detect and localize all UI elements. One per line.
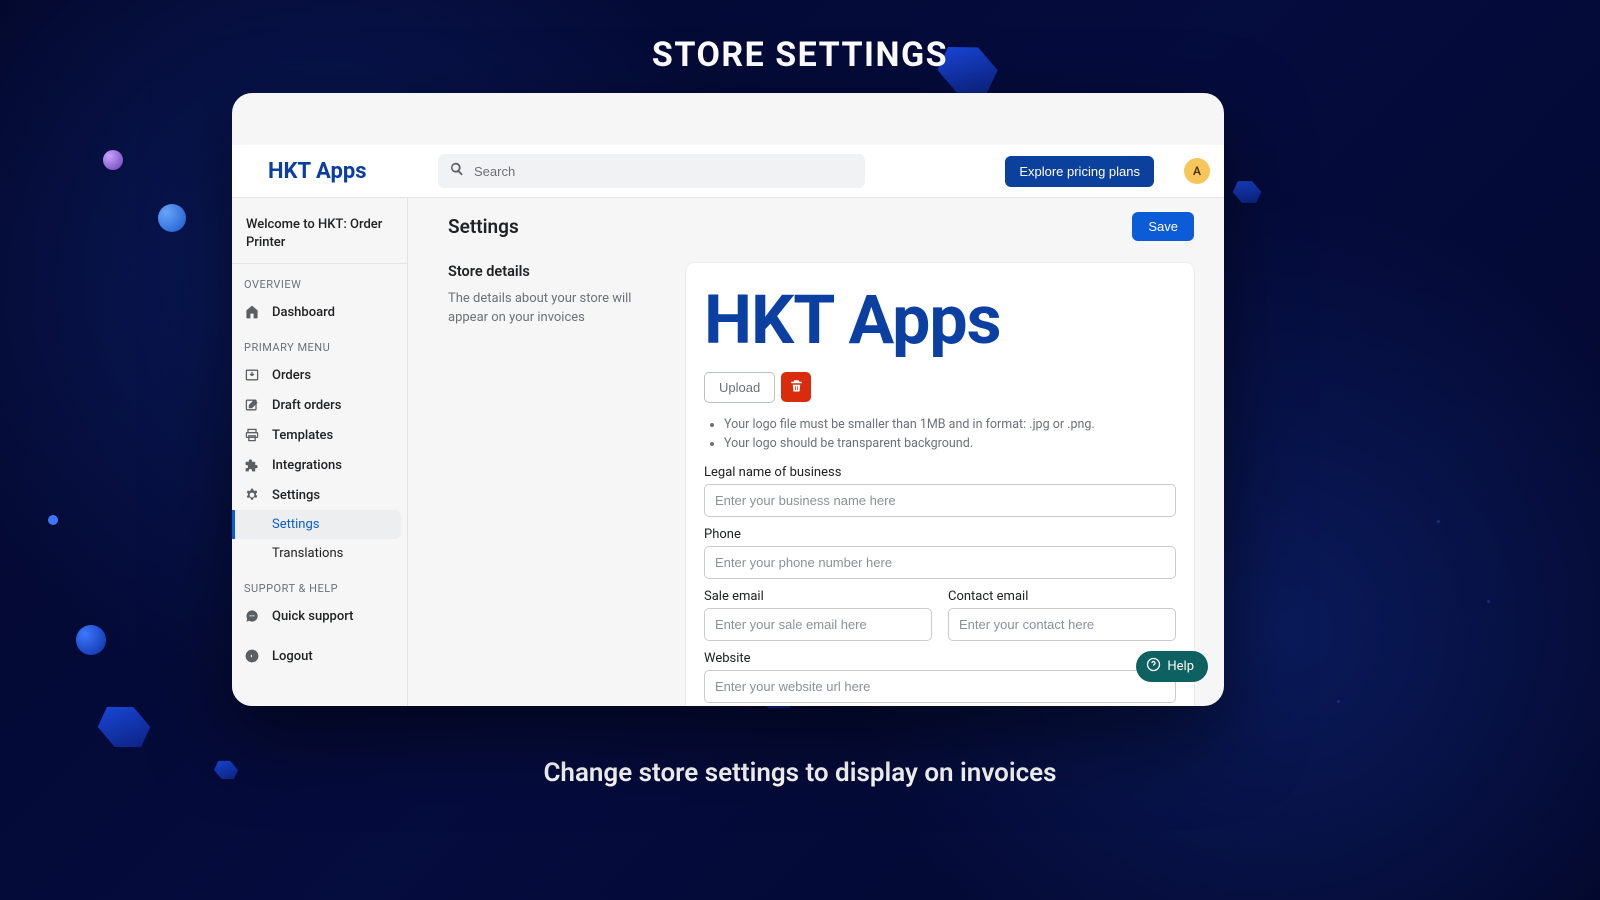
section-overview: OVERVIEW	[232, 264, 407, 297]
sidebar-item-label: Logout	[272, 649, 313, 664]
decor-cube	[1230, 176, 1264, 209]
sidebar-item-label: Orders	[272, 368, 311, 383]
sidebar-item-templates[interactable]: Templates	[232, 420, 407, 450]
sidebar-item-integrations[interactable]: Integrations	[232, 450, 407, 480]
sidebar-item-label: Integrations	[272, 458, 342, 473]
decor-orb	[48, 515, 58, 525]
search-input[interactable]	[466, 164, 855, 179]
sidebar-item-label: Templates	[272, 428, 333, 443]
main-content: Settings Save Store details The details …	[408, 198, 1224, 706]
promo-title: STORE SETTINGS	[0, 35, 1600, 75]
phone-label: Phone	[704, 527, 1176, 542]
sidebar-item-draft-orders[interactable]: Draft orders	[232, 390, 407, 420]
pricing-button[interactable]: Explore pricing plans	[1005, 156, 1154, 187]
topbar: HKT Apps Explore pricing plans A	[232, 145, 1224, 198]
upload-button[interactable]: Upload	[704, 372, 775, 403]
chat-icon	[244, 608, 260, 624]
sidebar-item-settings[interactable]: Settings	[232, 480, 407, 510]
sidebar-item-label: Translations	[272, 546, 343, 561]
phone-input[interactable]	[704, 546, 1176, 579]
sidebar-item-label: Settings	[272, 517, 319, 532]
sidebar-item-logout[interactable]: Logout	[232, 641, 407, 671]
sidebar: Welcome to HKT: Order Printer OVERVIEW D…	[232, 198, 408, 706]
sidebar-item-quick-support[interactable]: Quick support	[232, 601, 407, 631]
welcome-text: Welcome to HKT: Order Printer	[232, 208, 407, 264]
hint-text: Your logo file must be smaller than 1MB …	[724, 417, 1176, 432]
lead-title: Store details	[448, 263, 658, 280]
lead-description: The details about your store will appear…	[448, 290, 658, 328]
website-label: Website	[704, 651, 1176, 666]
sidebar-item-label: Quick support	[272, 609, 353, 624]
decor-orb	[103, 150, 123, 170]
promo-caption: Change store settings to display on invo…	[0, 758, 1600, 788]
gear-icon	[244, 487, 260, 503]
app-window: HKT Apps Explore pricing plans A Welcome…	[232, 93, 1224, 706]
brand-logo: HKT Apps	[268, 159, 438, 184]
edit-icon	[244, 397, 260, 413]
website-input[interactable]	[704, 670, 1176, 703]
logo-preview: HKT Apps	[704, 277, 1176, 372]
search-box[interactable]	[438, 154, 865, 188]
sidebar-sub-settings[interactable]: Settings	[232, 510, 401, 539]
contact-email-label: Contact email	[948, 589, 1176, 604]
sidebar-item-label: Dashboard	[272, 305, 335, 320]
legal-name-input[interactable]	[704, 484, 1176, 517]
store-details-card: HKT Apps Upload Your logo file must be s…	[686, 263, 1194, 706]
trash-icon	[789, 378, 804, 396]
search-icon	[448, 160, 466, 182]
help-button[interactable]: Help	[1136, 651, 1208, 682]
save-button[interactable]: Save	[1132, 212, 1194, 241]
sidebar-item-label: Settings	[272, 488, 320, 503]
hint-text: Your logo should be transparent backgrou…	[724, 436, 1176, 451]
help-label: Help	[1167, 659, 1194, 674]
home-icon	[244, 304, 260, 320]
sidebar-item-dashboard[interactable]: Dashboard	[232, 297, 407, 327]
section-lead: Store details The details about your sto…	[448, 263, 658, 706]
section-support: SUPPORT & HELP	[232, 568, 407, 601]
section-primary: PRIMARY MENU	[232, 327, 407, 360]
sale-email-input[interactable]	[704, 608, 932, 641]
sale-email-label: Sale email	[704, 589, 932, 604]
decor-cube	[93, 697, 155, 757]
page-title: Settings	[448, 215, 519, 238]
printer-icon	[244, 427, 260, 443]
decor-orb	[76, 625, 106, 655]
sidebar-sub-translations[interactable]: Translations	[232, 539, 407, 568]
sidebar-item-orders[interactable]: Orders	[232, 360, 407, 390]
puzzle-icon	[244, 457, 260, 473]
sidebar-item-label: Draft orders	[272, 398, 341, 413]
avatar[interactable]: A	[1184, 158, 1210, 184]
delete-logo-button[interactable]	[781, 372, 811, 402]
decor-orb	[158, 204, 186, 232]
inbox-icon	[244, 367, 260, 383]
logout-icon	[244, 648, 260, 664]
help-icon	[1146, 657, 1161, 676]
legal-name-label: Legal name of business	[704, 465, 1176, 480]
contact-email-input[interactable]	[948, 608, 1176, 641]
